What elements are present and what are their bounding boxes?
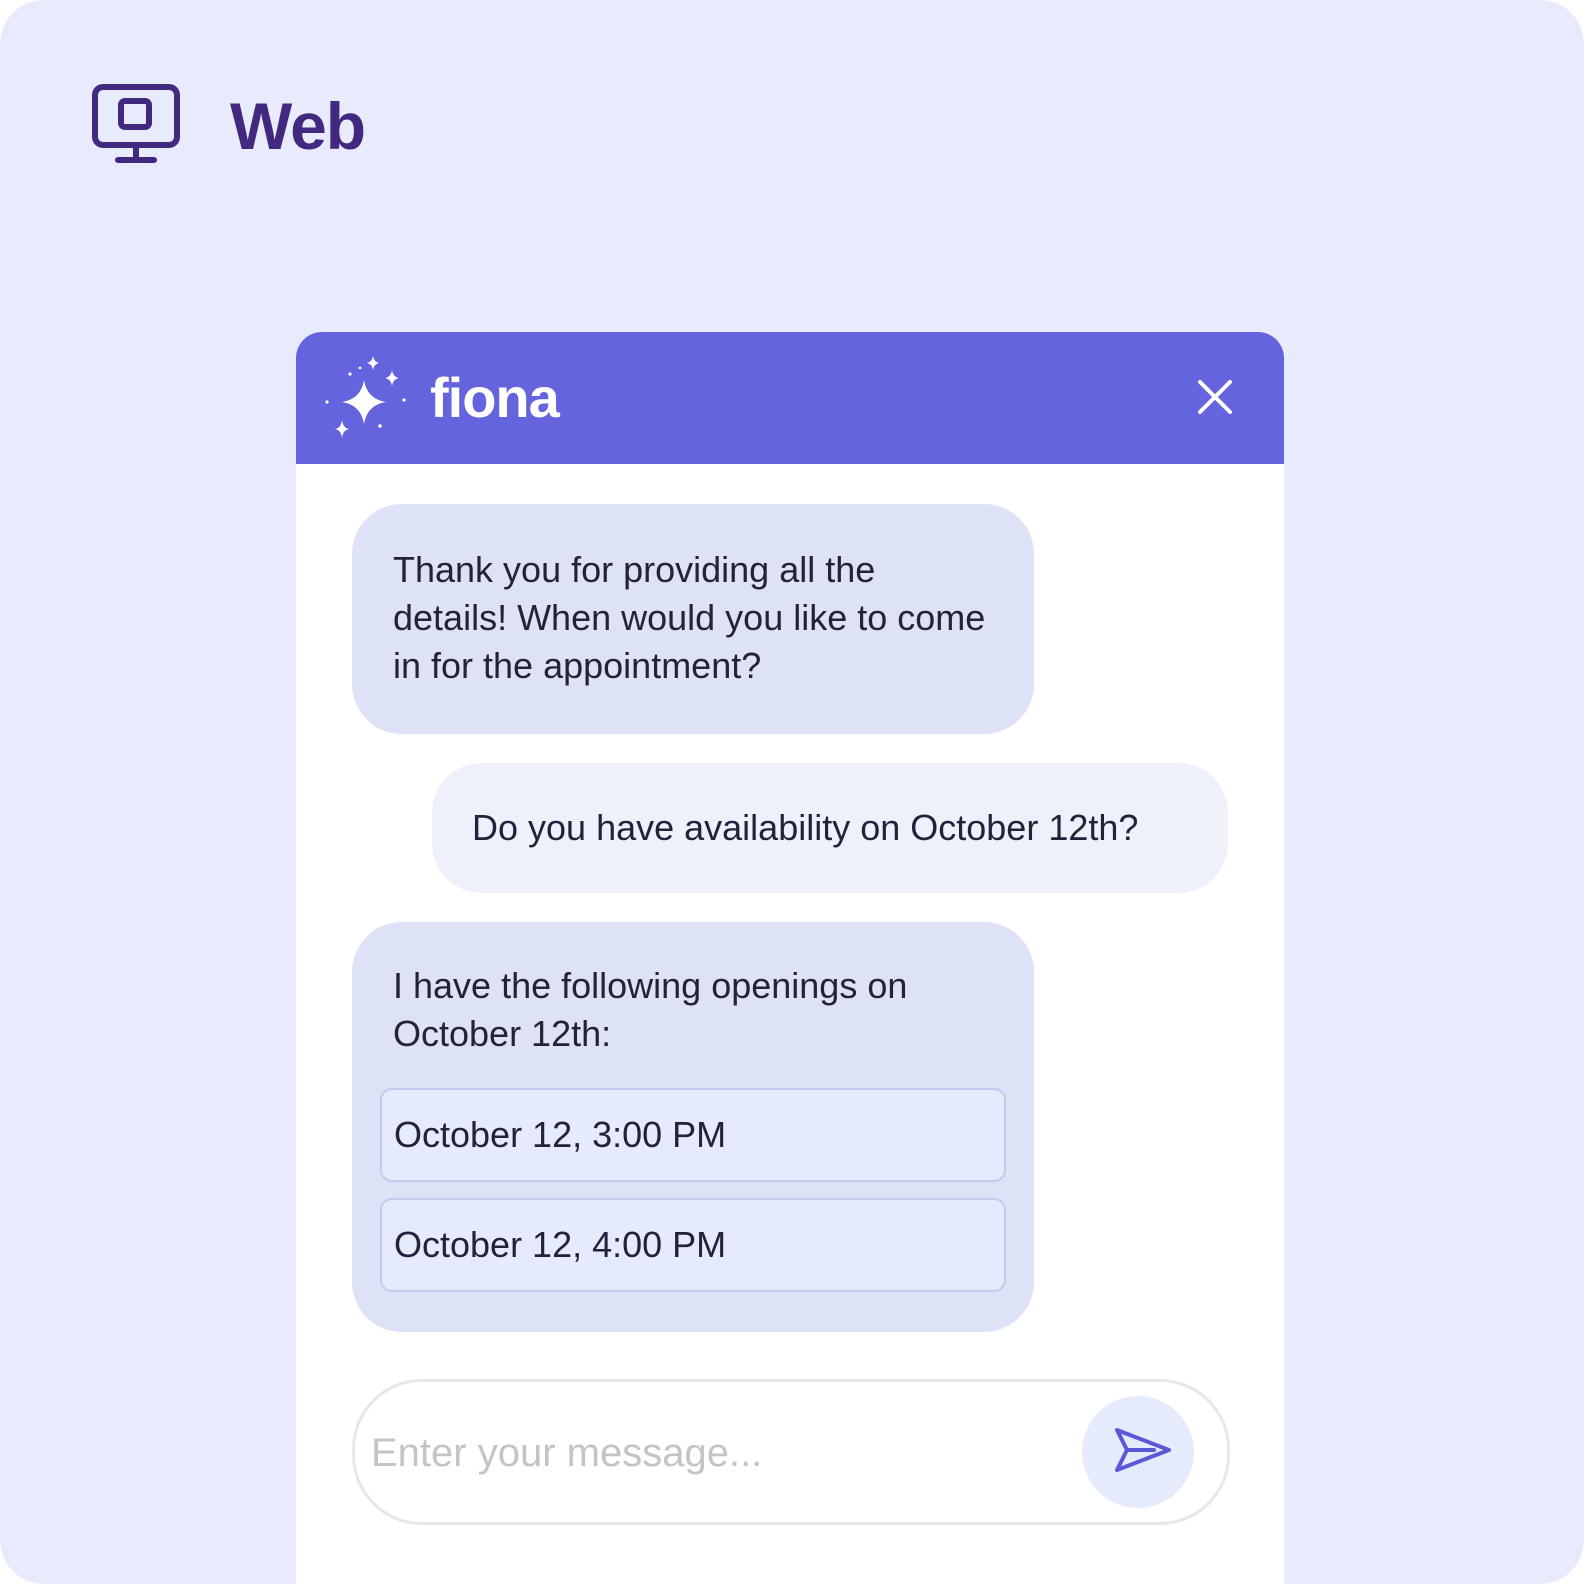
time-slot-option[interactable]: October 12, 4:00 PM bbox=[380, 1198, 1006, 1292]
chat-header: fiona bbox=[296, 332, 1284, 464]
message-text: I have the following openings on October… bbox=[393, 965, 908, 1054]
user-message: Do you have availability on October 12th… bbox=[432, 763, 1228, 893]
message-text: Thank you for providing all the details!… bbox=[393, 549, 986, 686]
page-background: Web fiona Thank you for providing all th bbox=[0, 0, 1584, 1584]
option-label: October 12, 4:00 PM bbox=[394, 1224, 727, 1265]
sparkle-icon bbox=[325, 356, 406, 438]
send-icon bbox=[1115, 1428, 1171, 1472]
message-composer bbox=[352, 1379, 1230, 1525]
chat-widget: fiona Thank you for providing all the de… bbox=[296, 332, 1284, 1584]
send-button[interactable] bbox=[1082, 1396, 1194, 1508]
bot-message: I have the following openings on October… bbox=[352, 922, 1034, 1332]
option-label: October 12, 3:00 PM bbox=[394, 1114, 727, 1155]
bot-message: Thank you for providing all the details!… bbox=[352, 504, 1034, 734]
time-slot-option[interactable]: October 12, 3:00 PM bbox=[380, 1088, 1006, 1182]
platform-label: Web bbox=[230, 89, 366, 163]
message-text: Do you have availability on October 12th… bbox=[472, 807, 1139, 848]
monitor-icon bbox=[92, 84, 180, 163]
chat-title: fiona bbox=[430, 366, 560, 429]
message-input[interactable] bbox=[369, 1412, 1073, 1494]
close-icon[interactable] bbox=[1194, 376, 1236, 418]
